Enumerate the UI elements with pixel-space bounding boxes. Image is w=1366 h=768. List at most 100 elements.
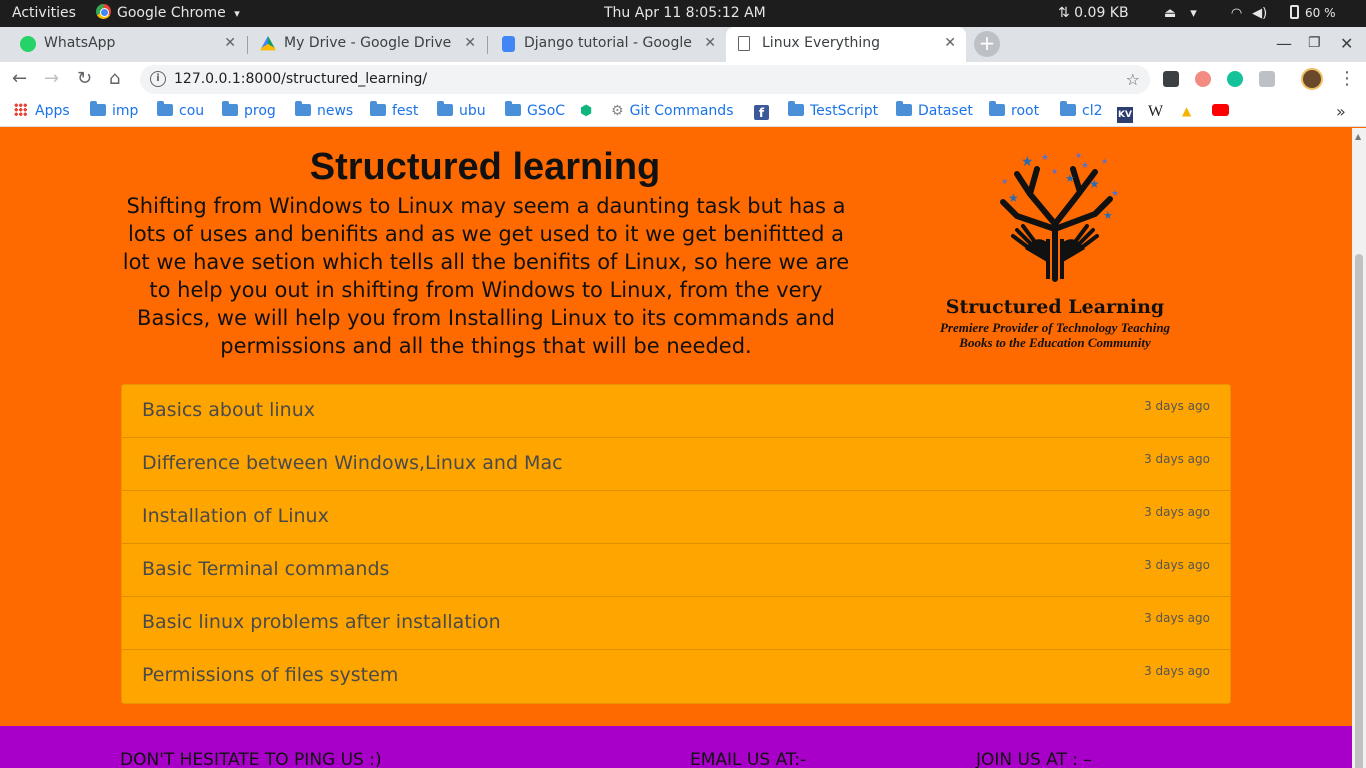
bookmark-label: imp <box>112 103 139 119</box>
topic-link[interactable]: Permissions of files system <box>142 650 398 700</box>
bookmark-folder-cl2[interactable]: cl2 <box>1060 97 1103 126</box>
minimize-icon[interactable]: — <box>1276 27 1292 60</box>
page-title: Structured learning <box>309 146 661 188</box>
info-icon[interactable]: i <box>150 71 166 87</box>
chevron-right-icon[interactable]: » <box>1336 97 1346 126</box>
reload-icon[interactable]: ↻ <box>77 62 92 96</box>
bookmark-label: cou <box>179 103 205 119</box>
clock[interactable]: Thu Apr 11 8:05:12 AM <box>604 0 766 27</box>
close-icon[interactable]: ✕ <box>464 27 476 60</box>
list-item[interactable]: Basic Terminal commands 3 days ago <box>122 544 1230 597</box>
chrome-icon <box>96 4 111 19</box>
list-item[interactable]: Permissions of files system 3 days ago <box>122 650 1230 703</box>
page-content: Structured learning Shifting from Window… <box>0 128 1352 768</box>
tab-title: Linux Everything <box>762 35 880 51</box>
bookmark-facebook[interactable]: f <box>754 97 775 126</box>
bookmark-site[interactable]: ⬢ <box>580 97 598 126</box>
bookmark-folder-cou[interactable]: cou <box>157 97 204 126</box>
url-text[interactable]: 127.0.0.1:8000/structured_learning/ <box>174 65 427 94</box>
folder-icon <box>989 101 1005 116</box>
bookmark-label: cl2 <box>1082 103 1103 119</box>
page-icon <box>738 36 750 51</box>
extension-block-icon[interactable] <box>1195 71 1211 87</box>
close-icon[interactable]: ✕ <box>944 27 956 60</box>
system-top-bar: Activities Google Chrome ▾ Thu Apr 11 8:… <box>0 0 1366 27</box>
tab-whatsapp[interactable]: WhatsApp ✕ <box>8 27 246 62</box>
bookmark-star-icon[interactable]: ☆ <box>1126 65 1140 94</box>
topic-link[interactable]: Installation of Linux <box>142 491 329 541</box>
scroll-up-icon[interactable]: ▲ <box>1355 132 1361 141</box>
bookmark-folder-imp[interactable]: imp <box>90 97 138 126</box>
battery-icon <box>1290 5 1299 19</box>
folder-icon <box>505 101 521 116</box>
bookmark-folder-root[interactable]: root <box>989 97 1039 126</box>
bookmark-youtube[interactable] <box>1212 97 1235 126</box>
close-icon[interactable]: ✕ <box>704 27 716 60</box>
bookmark-label: fest <box>392 103 419 119</box>
svg-text:★: ★ <box>1001 177 1008 186</box>
hexagon-icon: ⬢ <box>580 103 593 119</box>
apps-grid-icon <box>14 103 27 116</box>
logo-tagline: Premiere Provider of Technology Teaching… <box>905 320 1205 350</box>
bookmark-folder-news[interactable]: news <box>295 97 353 126</box>
battery-percent: 60 % <box>1305 6 1336 20</box>
back-icon[interactable]: ← <box>12 62 27 96</box>
list-item[interactable]: Basic linux problems after installation … <box>122 597 1230 650</box>
close-window-icon[interactable]: ✕ <box>1340 27 1353 60</box>
tab-django-tutorial[interactable]: Django tutorial - Google D ✕ <box>488 27 726 62</box>
wikipedia-icon: W <box>1148 103 1164 120</box>
wifi-icon[interactable]: ◠ <box>1231 0 1242 27</box>
intro-paragraph: Shifting from Windows to Linux may seem … <box>122 194 850 358</box>
download-icon[interactable] <box>1259 71 1275 87</box>
app-menu[interactable]: Google Chrome ▾ <box>96 0 240 27</box>
bookmark-folder-fest[interactable]: fest <box>370 97 418 126</box>
eject-icon[interactable]: ⏏ <box>1164 0 1176 27</box>
topic-link[interactable]: Basics about linux <box>142 385 315 435</box>
home-icon[interactable]: ⌂ <box>109 62 120 96</box>
bookmark-label: TestScript <box>810 103 879 119</box>
bookmark-folder-dataset[interactable]: Dataset <box>896 97 973 126</box>
topic-link[interactable]: Basic linux problems after installation <box>142 597 501 647</box>
facebook-icon: f <box>754 105 769 120</box>
tab-google-drive[interactable]: My Drive - Google Drive ✕ <box>248 27 486 62</box>
bookmark-folder-prog[interactable]: prog <box>222 97 276 126</box>
tree-hands-icon: ★ ★ ★ ★ ★ ★ ★ ★ ★ ★ ★ ★ <box>1000 151 1119 282</box>
bookmark-folder-ubu[interactable]: ubu <box>437 97 486 126</box>
status-icons[interactable]: ⏏ ▾ ◠ ◀) <box>1164 0 1281 27</box>
extension-icon[interactable] <box>1163 71 1179 87</box>
bookmark-apps[interactable]: Apps <box>14 97 70 126</box>
svg-text:★: ★ <box>1111 189 1119 199</box>
bookmark-label: prog <box>244 103 276 119</box>
list-item[interactable]: Installation of Linux 3 days ago <box>122 491 1230 544</box>
bookmark-folder-gsoc[interactable]: GSoC <box>505 97 565 126</box>
chevron-down-icon[interactable]: ▾ <box>1190 0 1197 27</box>
new-tab-button[interactable]: + <box>974 31 1000 57</box>
activities-button[interactable]: Activities <box>12 0 76 27</box>
close-icon[interactable]: ✕ <box>224 27 236 60</box>
menu-icon[interactable]: ⋮ <box>1338 62 1356 96</box>
address-bar[interactable]: i 127.0.0.1:8000/structured_learning/ ☆ <box>140 65 1150 94</box>
bookmark-label: news <box>317 103 354 119</box>
bookmark-wikipedia[interactable]: W <box>1148 97 1163 127</box>
footer-ping-heading: DON'T HESITATE TO PING US :) <box>120 750 382 768</box>
svg-text:★: ★ <box>1065 172 1075 185</box>
scrollbar-thumb[interactable] <box>1355 254 1363 768</box>
avatar[interactable] <box>1301 68 1323 90</box>
topic-link[interactable]: Difference between Windows,Linux and Mac <box>142 438 563 488</box>
topic-link[interactable]: Basic Terminal commands <box>142 544 389 594</box>
list-item[interactable]: Basics about linux 3 days ago <box>122 385 1230 438</box>
bookmark-git-commands[interactable]: ⚙ Git Commands <box>611 97 734 126</box>
restore-icon[interactable]: ❐ <box>1308 27 1321 60</box>
bookmark-kv[interactable]: KV <box>1117 97 1139 126</box>
list-item[interactable]: Difference between Windows,Linux and Mac… <box>122 438 1230 491</box>
timestamp: 3 days ago <box>1144 664 1210 678</box>
forward-icon[interactable]: → <box>44 62 59 96</box>
bookmark-site[interactable]: ▲ <box>1182 97 1197 126</box>
volume-icon[interactable]: ◀) <box>1252 0 1267 27</box>
battery-indicator[interactable]: 60 % <box>1290 0 1336 27</box>
tab-linux-everything[interactable]: Linux Everything ✕ <box>726 27 966 62</box>
page-scrollbar[interactable]: ▲ <box>1352 128 1366 768</box>
bookmark-folder-testscript[interactable]: TestScript <box>788 97 878 126</box>
chevron-down-icon: ▾ <box>234 7 240 20</box>
grammarly-icon[interactable] <box>1227 71 1243 87</box>
